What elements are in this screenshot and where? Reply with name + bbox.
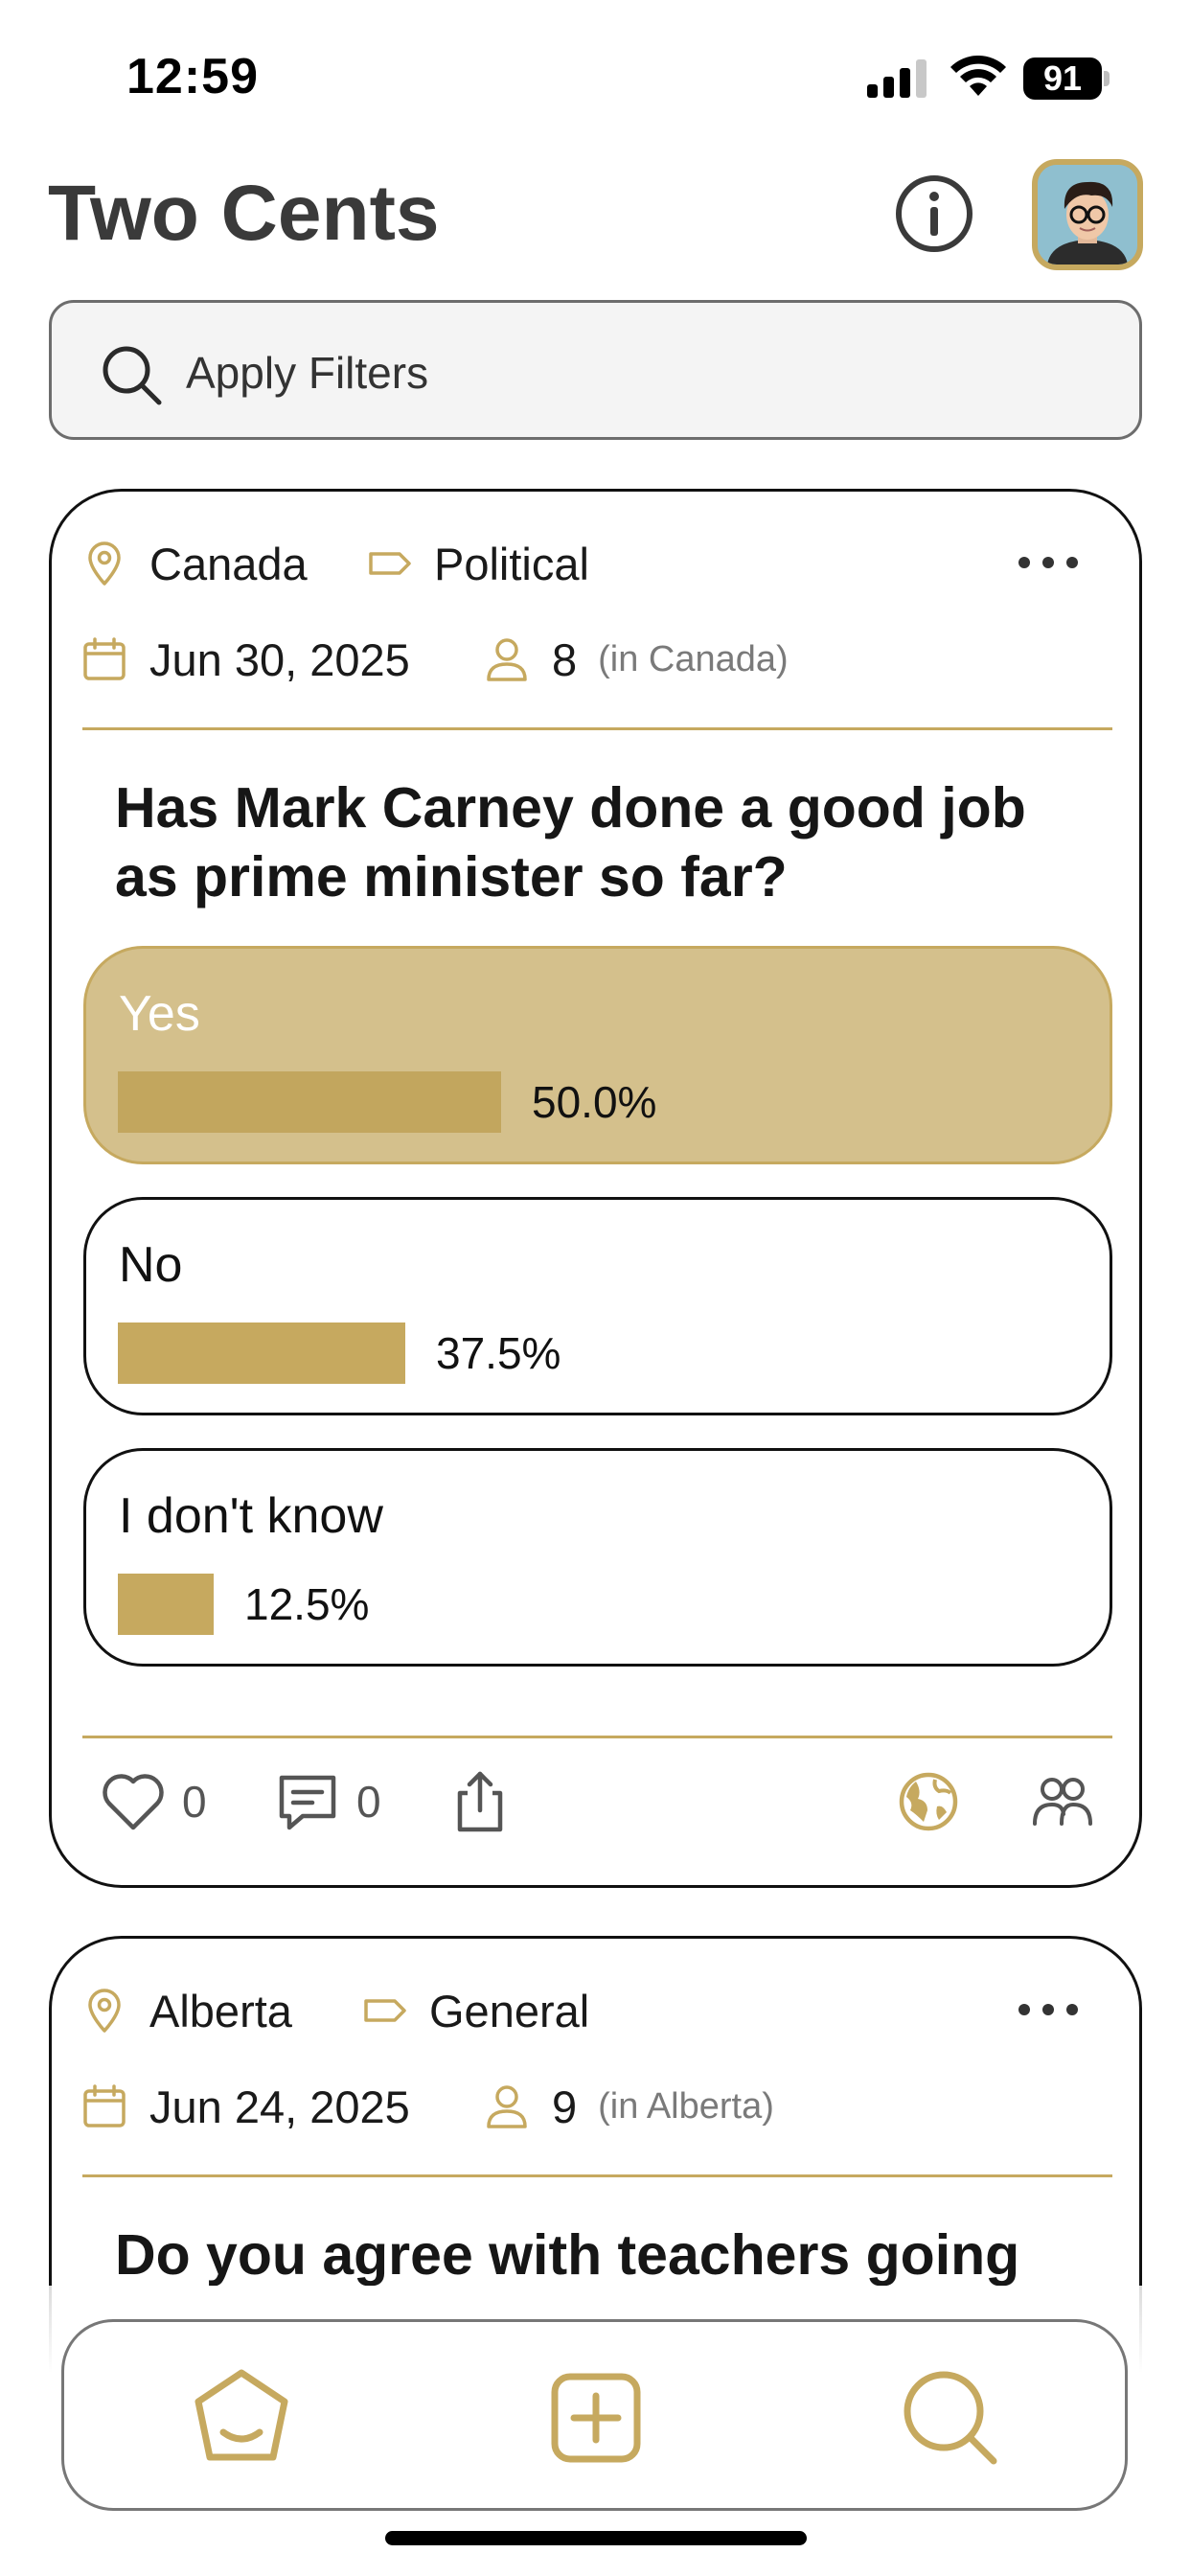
more-dots-icon[interactable] bbox=[1015, 543, 1082, 582]
info-icon bbox=[929, 192, 939, 236]
home-indicator bbox=[385, 2531, 807, 2545]
signal-icon bbox=[867, 59, 927, 98]
status-time: 12:59 bbox=[126, 49, 259, 104]
category-label: General bbox=[429, 1985, 590, 2036]
search-icon bbox=[103, 346, 162, 405]
poll-location: Alberta bbox=[80, 1977, 292, 2044]
location-label: Canada bbox=[149, 538, 308, 589]
poll-respondents: 9 (in Alberta) bbox=[483, 2073, 774, 2140]
battery-indicator: 91 bbox=[1023, 58, 1110, 100]
tab-bar bbox=[61, 2319, 1128, 2511]
comment-button[interactable]: 0 bbox=[274, 1766, 381, 1837]
home-icon[interactable] bbox=[189, 2365, 294, 2471]
poll-question: Has Mark Carney done a good job as prime… bbox=[115, 776, 1026, 908]
status-bar: 12:59 91 bbox=[0, 0, 1190, 153]
like-button[interactable]: 0 bbox=[100, 1766, 207, 1837]
option-label: No bbox=[119, 1237, 183, 1293]
result-percent: 37.5% bbox=[436, 1328, 561, 1378]
heart-icon bbox=[103, 1774, 164, 1830]
tag-icon bbox=[364, 1999, 406, 2022]
poll-meta-row: Alberta General bbox=[80, 1977, 1110, 2044]
poll-respondents: 8 (in Canada) bbox=[483, 626, 789, 693]
location-label: Alberta bbox=[149, 1985, 292, 2036]
poll-option[interactable]: No 37.5% bbox=[83, 1197, 1112, 1415]
poll-option[interactable]: Yes 50.0% bbox=[83, 946, 1112, 1164]
result-bar bbox=[118, 1322, 405, 1384]
search-placeholder: Apply Filters bbox=[186, 348, 429, 398]
location-pin-icon bbox=[88, 1989, 121, 2033]
date-label: Jun 30, 2025 bbox=[149, 633, 410, 685]
option-label: Yes bbox=[119, 986, 200, 1042]
location-pin-icon bbox=[88, 541, 121, 586]
add-icon[interactable] bbox=[543, 2365, 649, 2471]
option-label: I don't know bbox=[119, 1488, 383, 1544]
info-button[interactable] bbox=[896, 175, 973, 252]
avatar[interactable] bbox=[1032, 159, 1143, 270]
poll-date: Jun 24, 2025 bbox=[80, 2073, 410, 2140]
app-title: Two Cents bbox=[48, 170, 440, 257]
poll-category: Political bbox=[365, 530, 589, 597]
respondent-scope: (in Alberta) bbox=[598, 2085, 774, 2127]
comment-count: 0 bbox=[356, 1777, 381, 1827]
more-dots-icon[interactable] bbox=[1015, 1990, 1082, 2029]
calendar-icon bbox=[83, 2084, 126, 2128]
calendar-icon bbox=[83, 637, 126, 680]
comment-icon bbox=[279, 1775, 336, 1830]
search-icon[interactable] bbox=[898, 2365, 1003, 2471]
result-bar bbox=[118, 1071, 501, 1133]
globe-icon bbox=[899, 1772, 958, 1831]
result-percent: 12.5% bbox=[244, 1579, 370, 1629]
globe-scope-button[interactable] bbox=[895, 1766, 962, 1837]
poll-meta-row-2: Jun 30, 2025 8 (in Canada) bbox=[80, 626, 1110, 693]
poll-date: Jun 30, 2025 bbox=[80, 626, 410, 693]
battery-level: 91 bbox=[1042, 58, 1083, 98]
poll-question: Do you agree with teachers going bbox=[115, 2223, 1020, 2287]
respondent-count: 9 bbox=[552, 2081, 578, 2132]
category-label: Political bbox=[434, 538, 589, 589]
avatar-image bbox=[1038, 165, 1137, 264]
poll-actions: 0 0 bbox=[52, 1747, 1139, 1852]
poll-card[interactable]: Canada Political Jun 30, 2025 8 (in Cana… bbox=[49, 489, 1142, 1888]
share-button[interactable] bbox=[446, 1766, 514, 1837]
poll-option[interactable]: I don't know 12.5% bbox=[83, 1448, 1112, 1667]
result-bar bbox=[118, 1574, 214, 1635]
divider bbox=[82, 727, 1112, 730]
wifi-icon bbox=[950, 56, 1006, 96]
date-label: Jun 24, 2025 bbox=[149, 2081, 410, 2132]
person-icon bbox=[487, 638, 527, 681]
share-icon bbox=[457, 1771, 503, 1832]
divider bbox=[82, 1736, 1112, 1738]
like-count: 0 bbox=[182, 1777, 207, 1827]
poll-location: Canada bbox=[80, 530, 308, 597]
group-icon bbox=[1033, 1778, 1092, 1826]
poll-meta-row: Canada Political bbox=[80, 530, 1110, 597]
poll-meta-row-2: Jun 24, 2025 9 (in Alberta) bbox=[80, 2073, 1110, 2140]
respondent-scope: (in Canada) bbox=[598, 638, 789, 679]
tag-icon bbox=[369, 552, 411, 575]
result-percent: 50.0% bbox=[532, 1077, 657, 1127]
group-button[interactable] bbox=[1029, 1766, 1096, 1837]
respondent-count: 8 bbox=[552, 633, 578, 685]
person-icon bbox=[487, 2085, 527, 2128]
filter-search-bar[interactable]: Apply Filters bbox=[49, 300, 1142, 440]
divider bbox=[82, 2174, 1112, 2177]
poll-category: General bbox=[360, 1977, 589, 2044]
